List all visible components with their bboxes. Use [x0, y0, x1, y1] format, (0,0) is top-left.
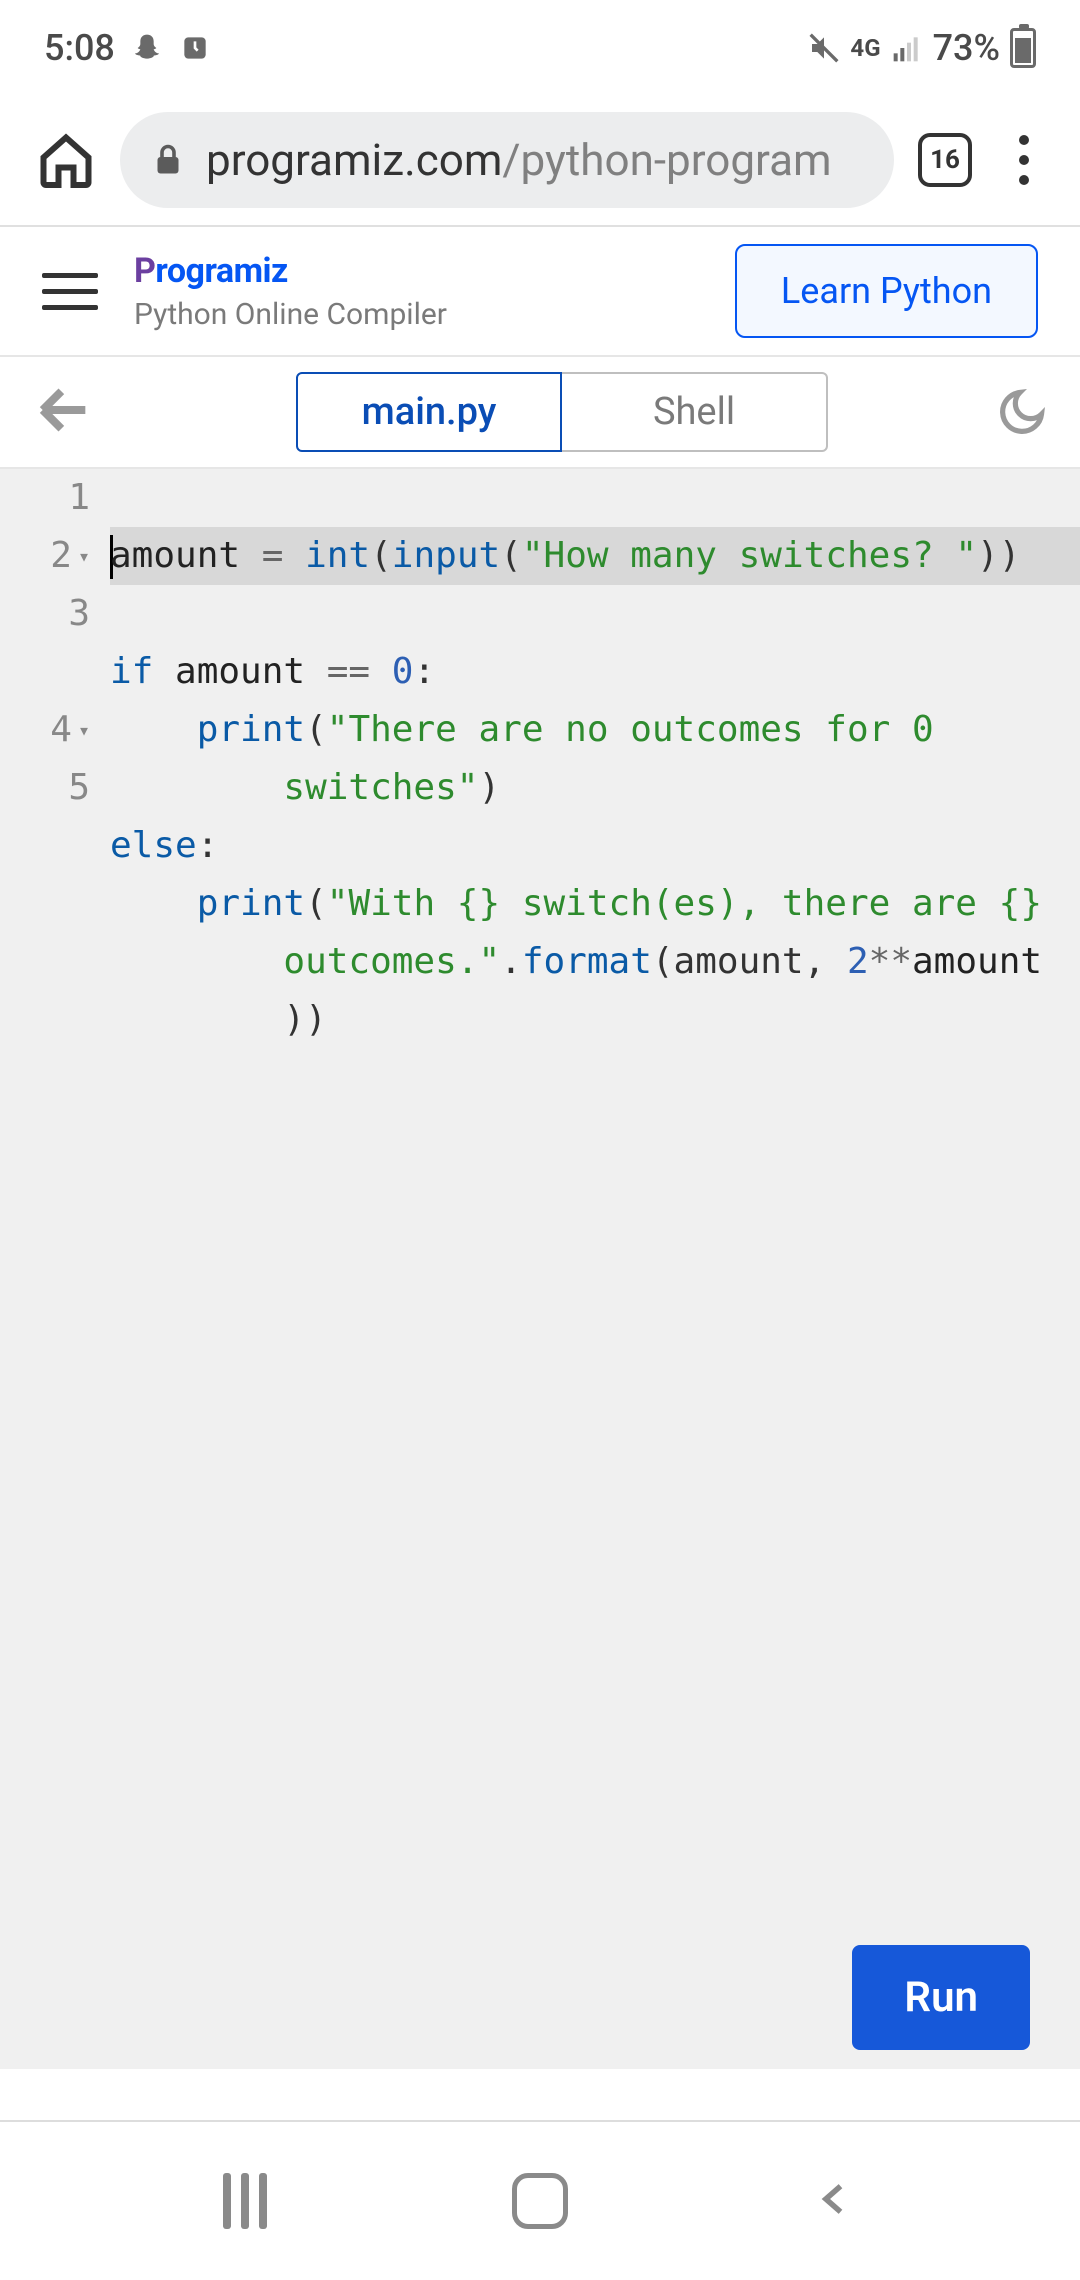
editor-toolbar: main.py Shell: [0, 357, 1080, 469]
tab-main[interactable]: main.py: [296, 372, 562, 452]
battery-percent: 73%: [933, 27, 1000, 69]
line-gutter: 1 2▾ 3 4▾ 5: [0, 469, 110, 2069]
tab-shell[interactable]: Shell: [562, 372, 828, 452]
learn-python-button[interactable]: Learn Python: [735, 244, 1038, 338]
brand-subtitle: Python Online Compiler: [134, 297, 699, 332]
android-status-bar: 5:08 4G 73%: [0, 0, 1080, 95]
moon-icon[interactable]: [996, 386, 1048, 438]
hamburger-icon[interactable]: [42, 273, 98, 310]
fold-icon[interactable]: ▾: [78, 701, 90, 759]
fold-icon[interactable]: ▾: [78, 527, 90, 585]
back-nav-icon[interactable]: [813, 2171, 857, 2231]
tab-switcher[interactable]: 16: [918, 133, 972, 187]
app-header: Programiz Python Online Compiler Learn P…: [0, 227, 1080, 357]
battery-icon: [1010, 28, 1036, 68]
overflow-menu-icon[interactable]: [996, 135, 1052, 185]
code-editor[interactable]: 1 2▾ 3 4▾ 5 amount = int(input("How many…: [0, 469, 1080, 2069]
chrome-toolbar: programiz.com/python-program 16: [0, 95, 1080, 225]
back-arrow-icon[interactable]: [32, 378, 96, 446]
home-nav-icon[interactable]: [512, 2173, 568, 2229]
snapchat-icon: [131, 32, 163, 64]
home-icon[interactable]: [36, 130, 96, 190]
url-text: programiz.com/python-program: [206, 134, 832, 186]
app-notification-icon: [179, 32, 211, 64]
url-bar[interactable]: programiz.com/python-program: [120, 112, 894, 208]
editor-tabs: main.py Shell: [296, 372, 828, 452]
code-area[interactable]: amount = int(input("How many switches? "…: [110, 469, 1080, 2069]
android-nav-bar: [0, 2120, 1080, 2280]
lock-icon: [150, 142, 186, 178]
signal-icon: [891, 32, 923, 64]
brand-logo: Programiz: [134, 251, 699, 291]
brand[interactable]: Programiz Python Online Compiler: [134, 251, 699, 332]
recents-icon[interactable]: [223, 2173, 267, 2229]
run-button[interactable]: Run: [852, 1945, 1030, 2050]
network-type: 4G: [850, 34, 880, 62]
status-time: 5:08: [44, 27, 115, 69]
mute-icon: [808, 32, 840, 64]
